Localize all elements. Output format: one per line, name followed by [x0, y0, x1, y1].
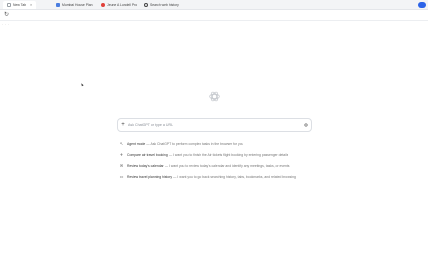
tab-mumbai-house-plan[interactable]: Mumbai House Plan [56, 1, 93, 9]
tab-search-web-history[interactable]: Search web history [144, 1, 179, 9]
chatgpt-logo-icon [208, 90, 221, 103]
new-tab-icon [7, 3, 11, 7]
tab-label: Search web history [150, 3, 179, 7]
suggestion-desc: — I want you to go back searching histor… [173, 174, 296, 179]
overflow-indicator: · · · [2, 23, 10, 27]
suggestion-desc: — I want you to review today's calendar … [164, 163, 290, 168]
toolbar: ↻ [0, 10, 428, 21]
flight-icon: ✈ [119, 152, 124, 157]
search-box: + [117, 118, 312, 132]
suggestion-title: Review today's calendar [127, 163, 164, 168]
suggestion-title: Compare air travel booking [127, 152, 168, 157]
suggestion-desc: — Ask ChatGPT to perform complex tasks i… [146, 141, 244, 146]
mouse-cursor-icon [80, 82, 84, 87]
suggestion-title: Agent mode [127, 141, 146, 146]
suggestion-air-travel[interactable]: ✈ Compare air travel booking — I want yo… [119, 149, 314, 160]
tab-bar: New Tab × Mumbai House Plan Jeune A Lund… [0, 0, 428, 10]
brand-icon [101, 3, 105, 7]
suggestion-list: ↖ Agent mode — Ask ChatGPT to perform co… [119, 138, 314, 182]
email-icon: ✉ [119, 163, 124, 168]
suggestion-calendar[interactable]: ✉ Review today's calendar — I want you t… [119, 160, 314, 171]
suggestion-travel-history[interactable]: ▭ Review travel planning history — I wan… [119, 171, 314, 182]
search-input[interactable] [128, 123, 301, 127]
tab-new-tab[interactable]: New Tab × [3, 1, 37, 9]
suggestion-desc: — I want you to finish the Air tickets f… [168, 152, 289, 157]
suggestion-title: Review travel planning history [127, 174, 173, 179]
history-icon: ▭ [119, 174, 124, 179]
search-icon [144, 3, 148, 7]
tab-jeune[interactable]: Jeune A Lundell Pro [101, 1, 137, 9]
plus-icon[interactable]: + [118, 122, 128, 128]
tab-label: New Tab [13, 3, 27, 7]
tab-label: Mumbai House Plan [62, 3, 93, 7]
doc-icon [56, 3, 60, 7]
profile-button[interactable] [418, 1, 426, 8]
settings-icon[interactable] [301, 123, 311, 127]
close-icon[interactable]: × [30, 3, 32, 7]
reload-icon[interactable]: ↻ [4, 12, 9, 18]
suggestion-agent-mode[interactable]: ↖ Agent mode — Ask ChatGPT to perform co… [119, 138, 314, 149]
tab-label: Jeune A Lundell Pro [107, 3, 138, 7]
agent-icon: ↖ [119, 141, 124, 146]
